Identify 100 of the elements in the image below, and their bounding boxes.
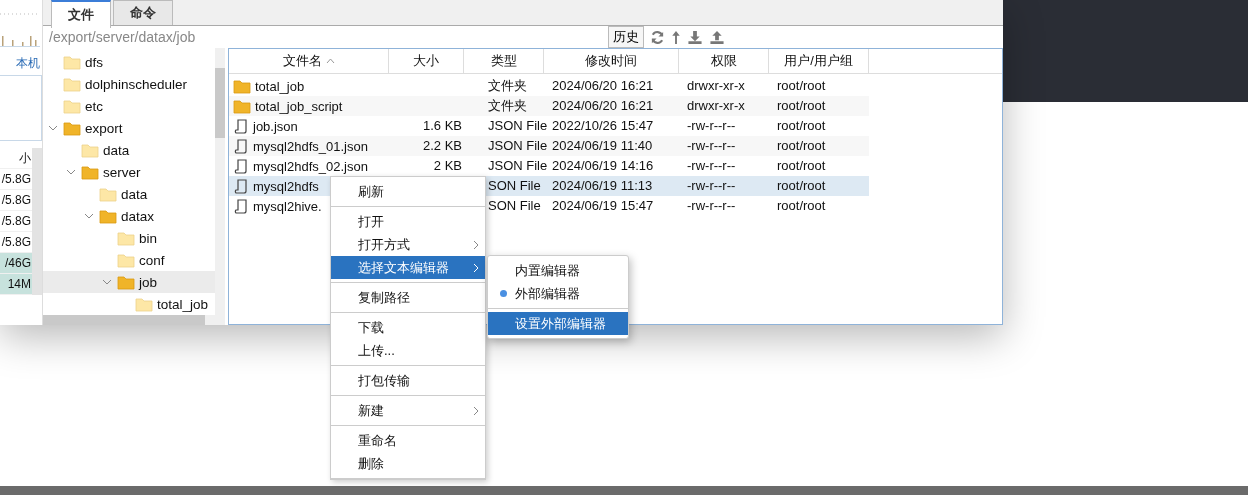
table-cell: -rw-r--r-- bbox=[687, 198, 736, 213]
table-cell: SON File bbox=[488, 178, 541, 193]
menu-item[interactable]: 打包传输 bbox=[331, 369, 485, 392]
menu-item[interactable]: 下载 bbox=[331, 316, 485, 339]
tree-item[interactable]: data bbox=[43, 139, 215, 161]
tree-item[interactable]: datax bbox=[43, 205, 215, 227]
tree-item[interactable]: job bbox=[43, 271, 215, 293]
refresh-icon[interactable] bbox=[650, 29, 665, 45]
table-cell: 2024/06/20 16:21 bbox=[552, 98, 654, 113]
folder-icon bbox=[63, 76, 81, 92]
folder-icon bbox=[233, 78, 251, 94]
table-row[interactable]: job.json 1.6 KB JSON File 2022/10/26 15:47 -rw-r--r-- root/root bbox=[229, 116, 869, 136]
menu-item[interactable]: 删除 bbox=[331, 452, 485, 475]
column-header[interactable]: 修改时间 bbox=[544, 49, 679, 73]
chevron-right-icon bbox=[473, 405, 479, 416]
tab[interactable]: 文件 bbox=[51, 0, 111, 28]
tree-item[interactable]: conf bbox=[43, 249, 215, 271]
tree-item[interactable]: dfs bbox=[43, 51, 215, 73]
table-cell: JSON File bbox=[488, 118, 548, 133]
table-row[interactable]: total_job 文件夹 2024/06/20 16:21 drwxr-xr-x root/root bbox=[229, 76, 869, 96]
menu-item[interactable]: 上传... bbox=[331, 339, 485, 362]
table-cell: root/root bbox=[777, 198, 826, 213]
tree-item[interactable]: total_job bbox=[43, 293, 215, 315]
table-cell: -rw-r--r-- bbox=[687, 118, 736, 133]
menu-item[interactable]: 打开 bbox=[331, 210, 485, 233]
upload-icon[interactable] bbox=[709, 29, 725, 45]
scrollbar[interactable] bbox=[215, 48, 225, 315]
menu-item[interactable]: 复制路径 bbox=[331, 286, 485, 309]
table-cell: 2 KB bbox=[433, 158, 462, 173]
table-cell: JSON File bbox=[488, 138, 548, 153]
menu-item[interactable]: 重命名 bbox=[331, 429, 485, 452]
menu-item[interactable]: 设置外部编辑器 bbox=[488, 312, 628, 335]
menu-item[interactable]: 外部编辑器 bbox=[488, 282, 628, 305]
table-cell: -rw-r--r-- bbox=[687, 138, 736, 153]
menu-item[interactable]: 内置编辑器 bbox=[488, 259, 628, 282]
table-cell: root/root bbox=[777, 98, 826, 113]
table-cell: -rw-r--r-- bbox=[687, 158, 736, 173]
table-cell: 文件夹 bbox=[488, 78, 527, 93]
table-cell: drwxr-xr-x bbox=[687, 98, 745, 113]
menu-item[interactable]: 选择文本编辑器 bbox=[331, 256, 485, 279]
size-value: 14M bbox=[0, 274, 32, 295]
chevron-down-icon[interactable] bbox=[66, 169, 76, 175]
table-cell: -rw-r--r-- bbox=[687, 178, 736, 193]
column-header: 小 bbox=[0, 148, 32, 169]
folder-icon bbox=[63, 98, 81, 114]
table-cell: 文件夹 bbox=[488, 98, 527, 113]
table-cell: 2024/06/19 11:40 bbox=[552, 138, 653, 153]
folder-icon bbox=[117, 274, 135, 290]
tree-item[interactable]: server bbox=[43, 161, 215, 183]
folder-icon bbox=[81, 142, 99, 158]
size-value: /5.8G bbox=[0, 190, 32, 211]
tree-item[interactable]: etc bbox=[43, 95, 215, 117]
history-button[interactable]: 历史 bbox=[608, 26, 644, 48]
column-header[interactable]: 权限 bbox=[679, 49, 769, 73]
table-row[interactable]: mysql2hdfs_01.json 2.2 KB JSON File 2024/06/19 11:40 -rw-r--r-- root/root bbox=[229, 136, 869, 156]
download-icon[interactable] bbox=[687, 29, 703, 45]
folder-icon bbox=[117, 230, 135, 246]
table-row[interactable]: mysql2hdfs_02.json 2 KB JSON File 2024/06/19 14:16 -rw-r--r-- root/root bbox=[229, 156, 869, 176]
table-cell: 2024/06/19 14:16 bbox=[552, 158, 654, 173]
menu-item[interactable]: 新建 bbox=[331, 399, 485, 422]
table-cell: drwxr-xr-x bbox=[687, 78, 745, 93]
tree-item[interactable]: export bbox=[43, 117, 215, 139]
table-cell: 2024/06/19 15:47 bbox=[552, 198, 654, 213]
table-cell: root/root bbox=[777, 118, 826, 133]
tab[interactable]: 命令 bbox=[113, 0, 173, 25]
folder-icon bbox=[117, 252, 135, 268]
tree-item[interactable]: bin bbox=[43, 227, 215, 249]
column-header[interactable]: 用户/用户组 bbox=[769, 49, 869, 73]
size-value: /46G bbox=[0, 253, 32, 274]
table-cell: 2024/06/19 11:13 bbox=[552, 178, 653, 193]
sort-ascending-icon bbox=[325, 58, 335, 64]
chevron-right-icon bbox=[473, 262, 479, 273]
table-cell: JSON File bbox=[488, 158, 548, 173]
menu-item[interactable]: 打开方式 bbox=[331, 233, 485, 256]
scrollbar[interactable] bbox=[43, 315, 225, 325]
grid-panel bbox=[0, 75, 42, 141]
tree-item[interactable]: dolphinscheduler bbox=[43, 73, 215, 95]
table-cell: root/root bbox=[777, 158, 826, 173]
chevron-down-icon[interactable] bbox=[102, 279, 112, 285]
chevron-down-icon[interactable] bbox=[48, 125, 58, 131]
file-name: total_job bbox=[255, 78, 305, 94]
file-name: mysql2hdfs bbox=[253, 178, 319, 194]
path-field[interactable]: /export/server/datax/job bbox=[49, 29, 602, 45]
chevron-right-icon bbox=[473, 239, 479, 250]
script-file-icon bbox=[233, 158, 249, 174]
folder-icon bbox=[135, 296, 153, 312]
table-row[interactable]: total_job_script 文件夹 2024/06/20 16:21 drwxr-xr-x root/root bbox=[229, 96, 869, 116]
tree-item[interactable]: data bbox=[43, 183, 215, 205]
chevron-down-icon[interactable] bbox=[84, 213, 94, 219]
column-header[interactable]: 大小 bbox=[389, 49, 464, 73]
up-arrow-icon[interactable] bbox=[671, 29, 681, 45]
file-name: mysql2hive. bbox=[253, 198, 322, 214]
size-value: /5.8G bbox=[0, 169, 32, 190]
host-label[interactable]: 本机 bbox=[0, 47, 42, 72]
column-header[interactable]: 类型 bbox=[464, 49, 544, 73]
column-header[interactable]: 文件名 bbox=[229, 49, 389, 73]
script-file-icon bbox=[233, 198, 249, 214]
table-cell: 1.6 KB bbox=[422, 118, 462, 133]
size-value: /5.8G bbox=[0, 211, 32, 232]
folder-icon bbox=[233, 98, 251, 114]
